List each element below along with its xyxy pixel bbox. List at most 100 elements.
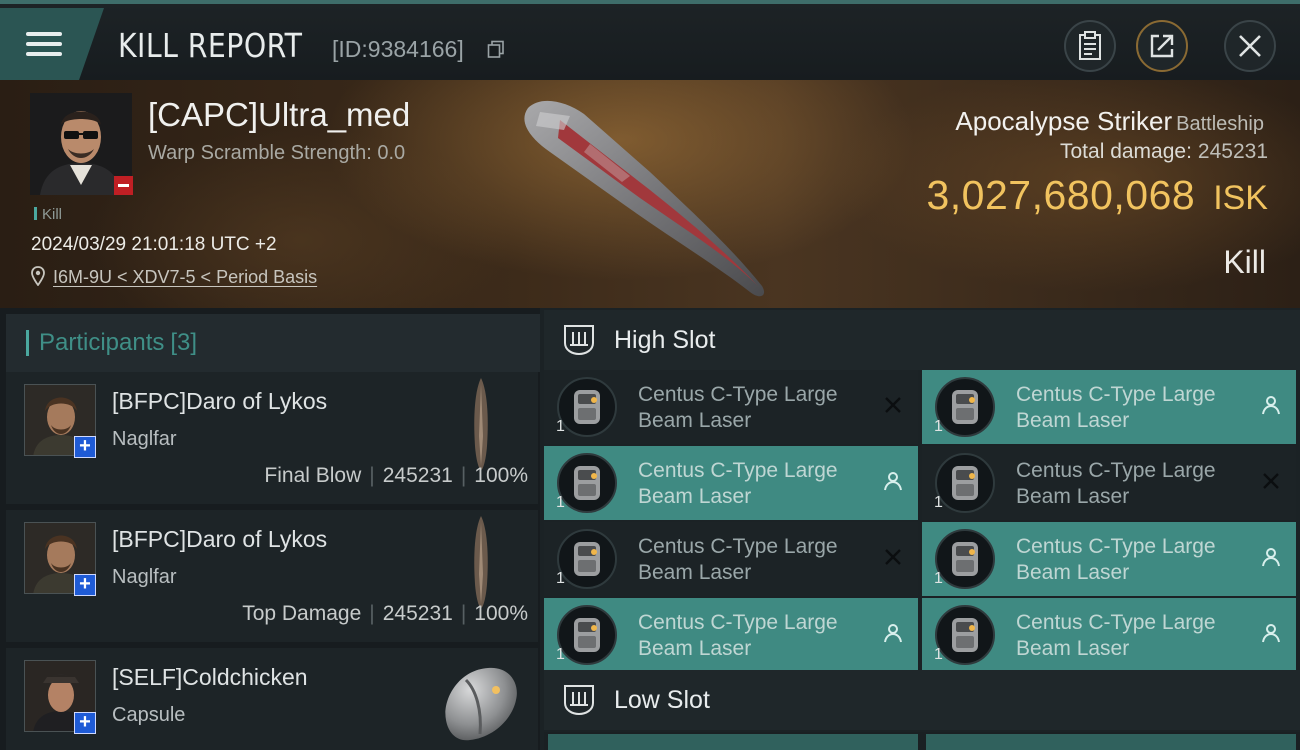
beam-laser-icon <box>935 529 995 589</box>
participant-percent: 100% <box>474 464 528 487</box>
person-icon <box>1262 624 1280 643</box>
participant-ship: Capsule <box>112 704 186 726</box>
kill-banner: [CAPC]Ultra_med Warp Scramble Strength: … <box>0 80 1300 308</box>
low-slot-title: Low Slot <box>614 685 710 714</box>
warp-scramble-strength: Warp Scramble Strength: 0.0 <box>148 142 406 164</box>
person-icon <box>1262 548 1280 567</box>
participant-role: Top Damage <box>242 602 362 625</box>
beam-laser-icon <box>557 529 617 589</box>
participants-header[interactable]: Participants [3] <box>6 314 540 372</box>
participant-ship: Naglfar <box>112 428 177 450</box>
participant-ship-image <box>474 516 488 608</box>
module-quantity: 1 <box>556 494 565 511</box>
person-icon <box>884 472 902 491</box>
person-icon <box>1262 396 1280 415</box>
title-bar: KILL REPORT [ID:9384166] <box>0 0 1300 80</box>
module-quantity: 1 <box>556 646 565 663</box>
module-quantity: 1 <box>556 570 565 587</box>
x-icon <box>885 549 901 565</box>
kill-tag: Kill <box>34 206 62 223</box>
low-slot-header: Low Slot <box>544 670 1300 730</box>
participant-name: [BFPC]Daro of Lykos <box>112 526 328 552</box>
participant-ship-image <box>474 378 488 470</box>
add-contact-icon[interactable]: + <box>74 712 96 734</box>
participant-card[interactable]: + [BFPC]Daro of Lykos Naglfar Top Damage… <box>6 510 538 642</box>
module-name: Centus C-Type Large Beam Laser <box>1016 535 1216 584</box>
close-icon <box>1239 35 1261 57</box>
hostile-status-icon <box>114 176 133 195</box>
participant-stats: Final Blow | 245231 | 100% <box>264 464 528 487</box>
module-slot[interactable]: 1 Centus C-Type Large Beam Laser <box>922 522 1296 596</box>
menu-icon <box>26 26 62 62</box>
high-slot-title: High Slot <box>614 325 716 354</box>
module-quantity: 1 <box>934 418 943 435</box>
participant-stats: Top Damage | 245231 | 100% <box>242 602 528 625</box>
outcome-label: Kill <box>1223 244 1266 280</box>
module-quantity: 1 <box>556 418 565 435</box>
beam-laser-icon <box>557 377 617 437</box>
ship-class: Battleship <box>1176 113 1264 135</box>
total-damage-value: 245231 <box>1197 140 1268 163</box>
total-damage: Total damage: 245231 <box>1060 140 1268 164</box>
share-icon <box>1150 34 1174 58</box>
module-slot[interactable]: 1 Centus C-Type Large Beam Laser <box>544 598 918 672</box>
x-icon <box>1263 473 1279 489</box>
isk-row: 3,027,680,068 ISK <box>926 172 1268 219</box>
page-title: KILL REPORT <box>118 26 303 65</box>
clipboard-icon <box>1079 31 1101 60</box>
module-name: Centus C-Type Large Beam Laser <box>1016 611 1216 660</box>
isk-value: 3,027,680,068 <box>926 172 1196 218</box>
module-quantity: 1 <box>934 494 943 511</box>
isk-unit: ISK <box>1213 179 1268 217</box>
module-quantity: 1 <box>934 570 943 587</box>
participant-percent: 100% <box>474 602 528 625</box>
participant-role: Final Blow <box>264 464 362 487</box>
beam-laser-icon <box>935 453 995 513</box>
participant-damage: 245231 <box>382 602 453 625</box>
add-contact-icon[interactable]: + <box>74 436 96 458</box>
close-button[interactable] <box>1224 20 1276 72</box>
capsule-image <box>445 667 517 741</box>
copy-icon[interactable] <box>487 40 505 58</box>
participants-title: Participants <box>39 329 165 356</box>
participant-ship: Naglfar <box>112 566 177 588</box>
module-name: Centus C-Type Large Beam Laser <box>1016 459 1216 508</box>
ship-name[interactable]: Apocalypse Striker Battleship <box>955 106 1264 137</box>
add-contact-icon[interactable]: + <box>74 574 96 596</box>
module-name: Centus C-Type Large Beam Laser <box>1016 383 1216 432</box>
beam-laser-icon <box>557 605 617 665</box>
module-slot[interactable]: 1 Centus C-Type Large Beam Laser <box>922 446 1296 520</box>
high-slot-icon <box>564 325 594 356</box>
module-quantity: 1 <box>934 646 943 663</box>
high-slot-header: High Slot <box>544 310 1300 370</box>
participants-panel: Participants [3] + [BFPC]Daro of Lykos N… <box>0 308 540 750</box>
report-id: [ID:9384166] <box>332 36 464 62</box>
low-slot-modules-peek <box>544 732 1300 750</box>
victim-name[interactable]: [CAPC]Ultra_med <box>148 96 410 134</box>
menu-button[interactable] <box>0 8 104 80</box>
module-name: Centus C-Type Large Beam Laser <box>638 611 838 660</box>
module-slot[interactable]: 1 Centus C-Type Large Beam Laser <box>544 446 918 520</box>
module-slot[interactable]: 1 Centus C-Type Large Beam Laser <box>544 522 918 596</box>
location-pin-icon <box>31 266 45 286</box>
participant-card[interactable]: + [BFPC]Daro of Lykos Naglfar Final Blow… <box>6 372 538 504</box>
beam-laser-icon <box>935 605 995 665</box>
module-name: Centus C-Type Large Beam Laser <box>638 383 838 432</box>
total-damage-label: Total damage: <box>1060 140 1192 163</box>
beam-laser-icon <box>557 453 617 513</box>
ship-type: Apocalypse Striker <box>955 106 1173 136</box>
x-icon <box>885 397 901 413</box>
location-link[interactable]: I6M-9U < XDV7-5 < Period Basis <box>53 267 317 288</box>
module-slot[interactable]: 1 Centus C-Type Large Beam Laser <box>544 370 918 444</box>
module-slot[interactable]: 1 Centus C-Type Large Beam Laser <box>922 370 1296 444</box>
person-icon <box>884 624 902 643</box>
participant-card[interactable]: + [SELF]Coldchicken Capsule <box>6 648 538 750</box>
share-button[interactable] <box>1136 20 1188 72</box>
participant-name: [SELF]Coldchicken <box>112 664 308 690</box>
module-name: Centus C-Type Large Beam Laser <box>638 459 838 508</box>
module-slot[interactable]: 1 Centus C-Type Large Beam Laser <box>922 598 1296 672</box>
beam-laser-icon <box>935 377 995 437</box>
fitting-panel: High Slot 1 Centus C-Type Large Beam Lase… <box>540 308 1300 750</box>
clipboard-button[interactable] <box>1064 20 1116 72</box>
kill-datetime: 2024/03/29 21:01:18 UTC +2 <box>31 234 277 255</box>
